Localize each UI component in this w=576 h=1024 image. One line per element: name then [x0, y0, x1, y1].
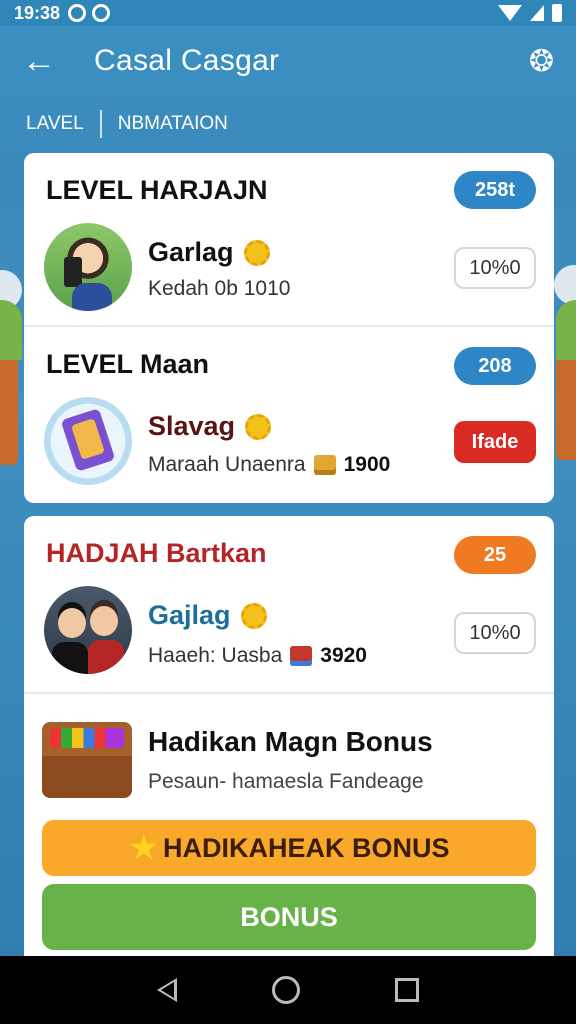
face-shape [58, 608, 86, 638]
bonus-title: Hadikan Magn Bonus [148, 726, 433, 757]
hill-decoration [0, 300, 22, 360]
body-shape [52, 642, 88, 674]
star-icon: ★ [128, 829, 159, 867]
bonus-button[interactable]: BONUS [42, 884, 536, 950]
level-badge[interactable]: 208 [454, 347, 536, 385]
nav-recents-icon[interactable] [394, 978, 419, 1002]
level-badge[interactable]: 258t [454, 171, 536, 209]
avatar [44, 223, 132, 311]
status-time: 19:38 [14, 2, 61, 23]
claim-bonus-label: HADIKAHEAK BONUS [162, 832, 450, 863]
level-section: HADJAH Bartkan 25 Gajlag Haaeh: Uasba 39… [24, 516, 554, 692]
basket-decoration [556, 350, 576, 460]
battery-icon [552, 4, 562, 22]
shirt-shape [72, 283, 112, 311]
bonus-subtitle: Pesaun- hamaesla Fandeage [148, 770, 424, 793]
level-section: LEVEL HARJAJN 258t Garlag Kedah 0b 1010 … [24, 153, 554, 325]
user-name-text: Gajlag [148, 600, 231, 630]
user-name-text: Garlag [148, 237, 234, 267]
chest-gems [50, 728, 124, 748]
app-bar: ← Casal Casgar ❂ [0, 26, 576, 96]
level-card: LEVEL HARJAJN 258t Garlag Kedah 0b 1010 … [24, 153, 554, 503]
chest-box [42, 756, 132, 798]
coin-icon [240, 602, 267, 629]
basket-decoration [0, 355, 18, 465]
notification-icon [68, 4, 87, 22]
hill-decoration [556, 300, 576, 360]
tab-divider [99, 110, 102, 138]
trade-button[interactable]: Ifade [454, 421, 536, 463]
signal-icon [530, 5, 544, 21]
user-name: Garlag [148, 237, 270, 268]
subtext-value: 3920 [320, 644, 367, 667]
user-name-text: Slavag [148, 411, 236, 441]
gift-icon [313, 455, 336, 475]
treasure-chest-icon [42, 716, 132, 798]
page-title: Casal Casgar [94, 44, 280, 77]
level-badge[interactable]: 25 [454, 536, 536, 574]
section-title: LEVEL HARJAJN [46, 175, 268, 205]
subtext-label: Kedah 0b 1010 [148, 277, 291, 300]
face-shape [90, 606, 118, 636]
avatar [44, 397, 132, 485]
percent-button[interactable]: 10%0 [454, 612, 536, 654]
bonus-card: HADJAH Bartkan 25 Gajlag Haaeh: Uasba 39… [24, 516, 554, 956]
cloud-decoration [554, 265, 576, 305]
user-subtext: Maraah Unaenra 1900 [148, 453, 390, 477]
user-subtext: Kedah 0b 1010 [148, 277, 290, 301]
tab-level[interactable]: LAVEL [26, 113, 84, 135]
back-arrow-icon[interactable]: ← [22, 44, 62, 78]
coin-icon [243, 239, 270, 266]
nav-home-icon[interactable] [271, 976, 300, 1004]
percent-button[interactable]: 10%0 [454, 247, 536, 289]
share-icon[interactable]: ❂ [529, 44, 554, 79]
section-title: HADJAH Bartkan [46, 538, 267, 568]
filter-row: LAVEL NBMATAION [0, 96, 576, 152]
subtext-label: Haaeh: Uasba [148, 644, 283, 667]
wifi-icon [498, 5, 522, 21]
tab-information[interactable]: NBMATAION [118, 113, 228, 135]
section-title: LEVEL Maan [46, 349, 210, 379]
user-subtext: Haaeh: Uasba 3920 [148, 644, 367, 668]
user-name: Gajlag [148, 600, 267, 631]
system-nav-bar [0, 956, 576, 1024]
status-bar: 19:38 [0, 0, 576, 26]
nav-back-icon[interactable] [157, 978, 178, 1002]
body-shape [88, 640, 124, 674]
coin-icon [245, 413, 272, 440]
avatar [44, 586, 132, 674]
phone-icon [64, 257, 82, 287]
gift-icon [290, 646, 313, 666]
claim-bonus-button[interactable]: ★ HADIKAHEAK BONUS [42, 820, 536, 876]
level-section: LEVEL Maan 208 Slavag Maraah Unaenra 190… [24, 327, 554, 503]
subtext-value: 1900 [343, 453, 391, 476]
bonus-section: Hadikan Magn Bonus Pesaun- hamaesla Fand… [24, 694, 554, 956]
sync-icon [92, 4, 111, 22]
user-name: Slavag [148, 411, 272, 442]
subtext-label: Maraah Unaenra [148, 453, 306, 476]
